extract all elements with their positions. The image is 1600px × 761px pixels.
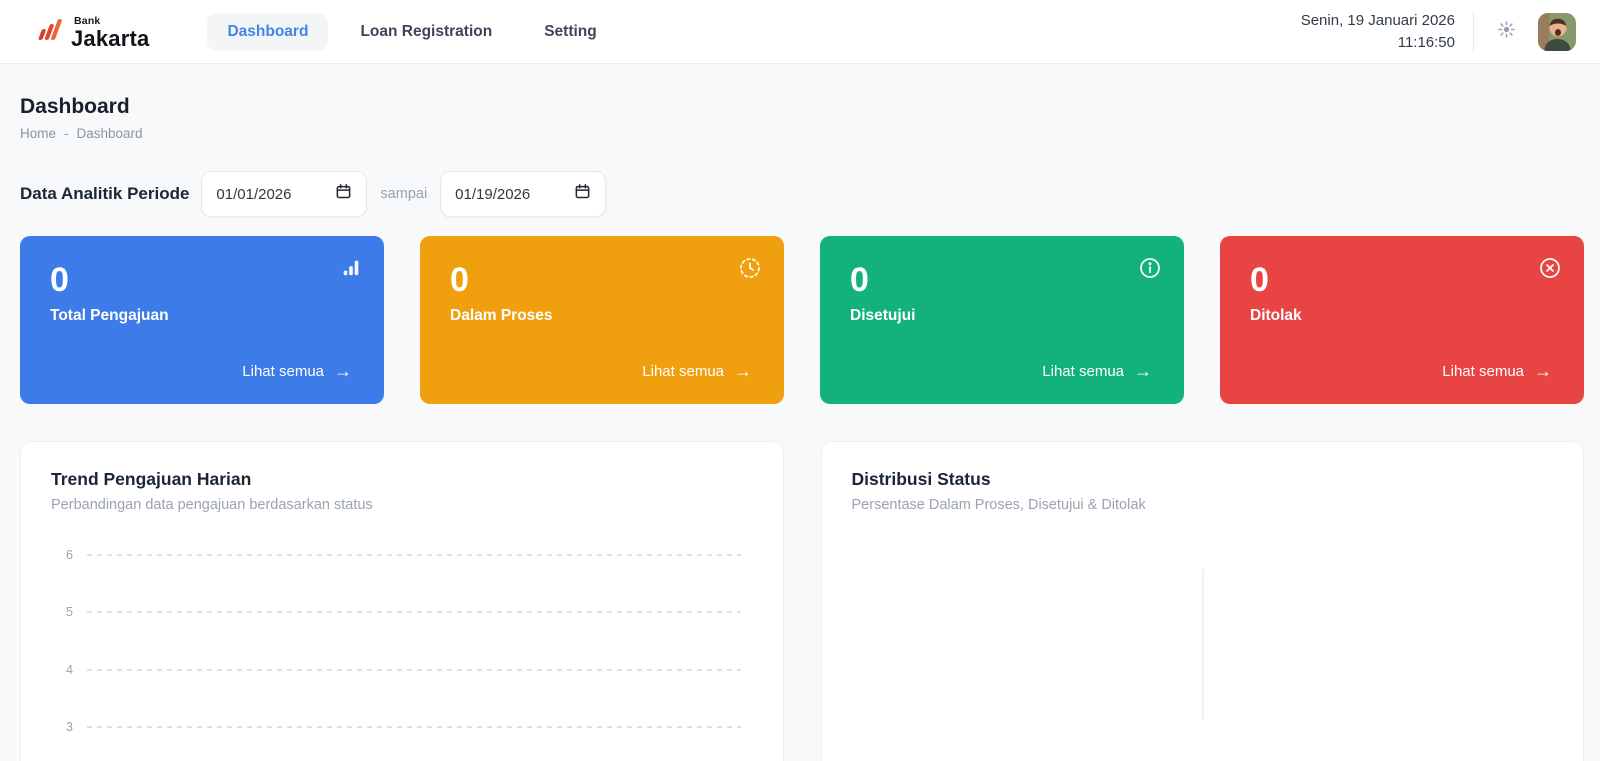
lihat-semua-link[interactable]: Lihat semua →: [1442, 362, 1552, 380]
x-circle-icon: [1538, 256, 1562, 285]
gridline: 4: [51, 663, 741, 677]
info-icon: [1138, 256, 1162, 285]
breadcrumb-current: Dashboard: [76, 126, 143, 141]
arrow-right-icon: →: [334, 361, 352, 381]
filter-conjunction: sampai: [380, 186, 428, 202]
header-divider: [1473, 11, 1474, 52]
stat-label: Ditolak: [1250, 307, 1302, 325]
breadcrumb-separator: -: [64, 126, 69, 141]
y-axis-tick: 6: [66, 548, 73, 562]
end-date-field[interactable]: [440, 171, 607, 217]
clock-icon: [738, 256, 762, 285]
current-date: Senin, 19 Januari 2026: [1300, 11, 1455, 29]
current-time: 11:16:50: [1397, 33, 1455, 51]
lihat-semua-label: Lihat semua: [642, 362, 724, 380]
y-axis-tick: 5: [66, 605, 73, 619]
calendar-icon[interactable]: [574, 183, 591, 205]
stat-value: 0: [50, 261, 69, 299]
arrow-right-icon: →: [734, 361, 752, 381]
lihat-semua-link[interactable]: Lihat semua →: [242, 362, 352, 380]
current-datetime: Senin, 19 Januari 2026 11:16:50: [1301, 10, 1455, 54]
user-avatar[interactable]: [1538, 12, 1576, 51]
stat-label: Total Pengajuan: [50, 307, 169, 325]
sun-icon: [1497, 20, 1516, 44]
panel-subtitle: Persentase Dalam Proses, Disetujui & Dit…: [851, 497, 1146, 513]
arrow-right-icon: →: [1134, 361, 1152, 381]
bank-jakarta-logo: Bank Jakarta: [33, 13, 149, 50]
nav-item-dashboard[interactable]: Dashboard: [207, 12, 329, 51]
gridline: 5: [51, 605, 741, 619]
gridline: 3: [51, 720, 741, 734]
stat-value: 0: [450, 261, 469, 299]
breadcrumb: Home - Dashboard: [20, 126, 1584, 141]
topbar: Bank Jakarta Dashboard Loan Registration…: [0, 0, 1600, 64]
card-disetujui: 0 Disetujui Lihat semua →: [820, 236, 1184, 404]
distribusi-status-panel: Distribusi Status Persentase Dalam Prose…: [820, 441, 1584, 761]
logo-text-bank: Bank: [74, 14, 101, 27]
arrow-right-icon: →: [1534, 361, 1552, 381]
lihat-semua-label: Lihat semua: [1042, 362, 1124, 380]
stat-value: 0: [1250, 261, 1269, 299]
trend-line-chart: 6 5 4 3 2: [51, 548, 753, 761]
card-dalam-proses: 0 Dalam Proses Lihat semua →: [420, 236, 784, 404]
end-date-input[interactable]: [455, 185, 575, 203]
chart-panels: Trend Pengajuan Harian Perbandingan data…: [20, 441, 1584, 761]
stat-label: Dalam Proses: [450, 307, 553, 325]
bar-chart-icon: [340, 256, 362, 283]
lihat-semua-label: Lihat semua: [242, 362, 324, 380]
calendar-icon[interactable]: [335, 183, 352, 205]
lihat-semua-label: Lihat semua: [1442, 362, 1524, 380]
stat-label: Disetujui: [850, 307, 916, 325]
start-date-field[interactable]: [201, 171, 368, 217]
nav-item-loan-registration[interactable]: Loan Registration: [340, 13, 512, 51]
filter-label: Data Analitik Periode: [20, 184, 190, 203]
empty-pie-chart-divider: [1202, 569, 1205, 720]
lihat-semua-link[interactable]: Lihat semua →: [1042, 362, 1152, 380]
trend-pengajuan-panel: Trend Pengajuan Harian Perbandingan data…: [20, 441, 784, 761]
panel-subtitle: Perbandingan data pengajuan berdasarkan …: [51, 497, 373, 513]
gridline: 6: [51, 548, 741, 562]
panel-title: Distribusi Status: [851, 469, 991, 489]
card-total-pengajuan: 0 Total Pengajuan Lihat semua →: [20, 236, 384, 404]
logo-text-jakarta: Jakarta: [71, 26, 150, 51]
panel-title: Trend Pengajuan Harian: [51, 469, 252, 489]
y-axis-tick: 4: [66, 663, 73, 677]
breadcrumb-home[interactable]: Home: [20, 126, 56, 141]
stat-value: 0: [850, 261, 869, 299]
theme-toggle-button[interactable]: [1492, 18, 1520, 46]
main-nav: Dashboard Loan Registration Setting: [207, 12, 617, 51]
analytics-period-filter: Data Analitik Periode sampai: [20, 171, 1584, 217]
stat-cards: 0 Total Pengajuan Lihat semua → 0 Dalam …: [20, 236, 1584, 404]
main-content: Dashboard Home - Dashboard Data Analitik…: [0, 64, 1600, 761]
lihat-semua-link[interactable]: Lihat semua →: [642, 362, 752, 380]
logo-icon: [33, 13, 63, 50]
nav-item-setting[interactable]: Setting: [524, 13, 617, 51]
start-date-input[interactable]: [216, 185, 336, 203]
card-ditolak: 0 Ditolak Lihat semua →: [1220, 236, 1584, 404]
page-title: Dashboard: [20, 95, 130, 118]
y-axis-tick: 3: [66, 720, 73, 734]
